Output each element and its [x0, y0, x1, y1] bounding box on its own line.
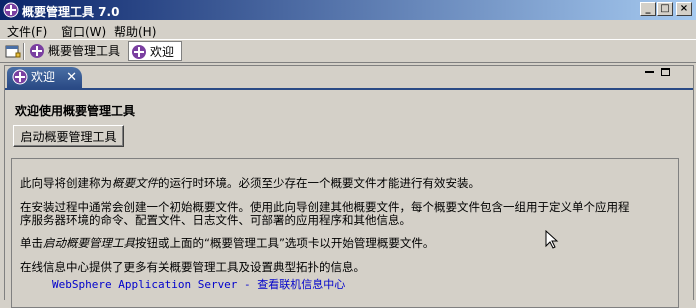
tab-close-icon[interactable]: ✕ [66, 67, 77, 88]
p2-line-2: 序服务器环境的命令、配置文件、日志文件、可部署的应用程序和其他信息。 [20, 213, 411, 227]
menu-file[interactable]: 文件(F) [7, 23, 47, 40]
toolbar: 概要管理工具 欢迎 [0, 39, 696, 63]
launch-profile-tool-button[interactable]: 启动概要管理工具 [13, 125, 124, 147]
minimize-icon: _ [645, 3, 651, 14]
app-icon [3, 2, 19, 18]
tab-underline [5, 88, 693, 90]
p1-emphasis: 概要文件 [112, 176, 158, 190]
paragraph-3: 单击启动概要管理工具按钮或上面的“概要管理工具”选项卡以开始管理概要文件。 [20, 237, 434, 250]
minimize-button[interactable]: _ [640, 2, 656, 16]
paragraph-2: 在安装过程中通常会创建一个初始概要文件。使用此向导创建其他概要文件，每个概要文件… [20, 201, 630, 227]
p3-text-b: 按钮或上面的“概要管理工具”选项卡以开始管理概要文件。 [135, 236, 435, 250]
p3-emphasis: 启动概要管理工具 [43, 236, 135, 250]
paragraph-4: 在线信息中心提供了更多有关概要管理工具及设置典型拓扑的信息。 [20, 260, 365, 274]
close-button[interactable]: × [676, 2, 692, 16]
info-center-link[interactable]: WebSphere Application Server - 查看联机信息中心 [52, 278, 345, 291]
welcome-heading: 欢迎使用概要管理工具 [15, 104, 136, 118]
description-box: 此向导将创建称为概要文件的运行时环境。必须至少存在一个概要文件才能进行有效安装。… [11, 158, 679, 308]
tab-profile-tool-label: 概要管理工具 [48, 44, 121, 58]
view-minimize-icon[interactable] [645, 71, 654, 73]
p2-line-1: 在安装过程中通常会创建一个初始概要文件。使用此向导创建其他概要文件，每个概要文件… [20, 200, 630, 214]
mouse-cursor-icon [545, 230, 559, 249]
editor-tab-welcome[interactable]: 欢迎 ✕ [7, 67, 82, 88]
toolbar-separator [23, 43, 25, 60]
maximize-button[interactable]: □ [657, 2, 673, 16]
menu-help[interactable]: 帮助(H) [114, 23, 156, 40]
window-title: 概要管理工具 7.0 [22, 5, 120, 19]
maximize-icon: □ [660, 3, 670, 14]
paragraph-1: 此向导将创建称为概要文件的运行时环境。必须至少存在一个概要文件才能进行有效安装。 [20, 177, 480, 190]
p3-text-a: 单击 [20, 236, 43, 250]
tab-profile-tool[interactable]: 概要管理工具 [27, 41, 124, 61]
p1-text-b: 的运行时环境。必须至少存在一个概要文件才能进行有效安装。 [158, 176, 480, 190]
welcome-icon [132, 45, 146, 59]
welcome-tab-icon [12, 69, 28, 85]
menu-bar: 文件(F) 窗口(W) 帮助(H) [0, 20, 696, 39]
tab-welcome-label: 欢迎 [150, 45, 175, 59]
info-center-link-text[interactable]: WebSphere Application Server - 查看联机信息中心 [52, 278, 345, 291]
profile-tool-icon [30, 44, 44, 58]
close-icon: × [679, 3, 689, 14]
tab-welcome[interactable]: 欢迎 [128, 41, 182, 61]
title-bar: 概要管理工具 7.0 _ □ × [0, 0, 696, 20]
menu-window[interactable]: 窗口(W) [61, 23, 106, 40]
editor-pane: 欢迎 ✕ 欢迎使用概要管理工具 启动概要管理工具 此向导将创建称为概要文件的运行… [4, 65, 694, 308]
perspective-icon[interactable] [5, 44, 21, 60]
editor-tab-label: 欢迎 [31, 70, 56, 84]
p1-text-a: 此向导将创建称为 [20, 176, 112, 190]
view-maximize-icon[interactable] [661, 68, 670, 76]
